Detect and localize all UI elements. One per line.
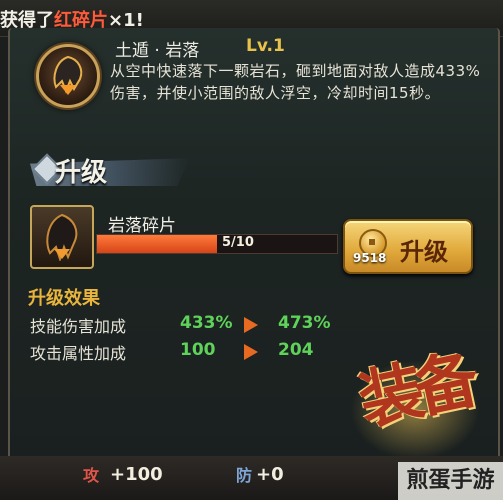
upgrade-section-title: 升级 bbox=[55, 158, 108, 188]
game-screen: 获得了红碎片×1! 土遁 · 岩落 Lv.1 从空中快速落下一颗岩石，砸到地面对… bbox=[0, 0, 503, 500]
attack-value: +100 bbox=[110, 464, 163, 485]
rock-fragment-icon bbox=[30, 205, 94, 269]
effect-row-damage: 技能伤害加成 433% 473% bbox=[30, 313, 350, 336]
skill-description: 从空中快速落下一颗岩石，砸到地面对敌人造成433%伤害，并使小范围的敌人浮空，冷… bbox=[110, 62, 481, 102]
defense-badge: 防 bbox=[235, 466, 252, 485]
material-progress-bar bbox=[96, 234, 338, 254]
material-count: 5/10 bbox=[222, 235, 254, 250]
watermark: 煎蛋手游 bbox=[398, 462, 503, 500]
effect-old-value: 100 bbox=[180, 340, 216, 360]
effect-new-value: 204 bbox=[278, 340, 314, 360]
effect-old-value: 433% bbox=[180, 313, 233, 333]
effect-row-attack: 攻击属性加成 100 204 bbox=[30, 340, 350, 363]
rock-fall-icon bbox=[36, 44, 100, 108]
material-name: 岩落碎片 bbox=[108, 216, 176, 236]
effect-new-value: 473% bbox=[278, 313, 331, 333]
arrow-right-icon bbox=[244, 344, 258, 360]
skill-name: 土遁 · 岩落 bbox=[115, 41, 200, 61]
skill-level: Lv.1 bbox=[246, 36, 285, 56]
effect-label: 技能伤害加成 bbox=[30, 317, 127, 336]
defense-value: +0 bbox=[256, 464, 284, 485]
effects-title: 升级效果 bbox=[28, 288, 100, 309]
attack-badge: 攻 bbox=[82, 466, 99, 485]
material-progress-fill bbox=[97, 235, 217, 253]
upgrade-button-label: 升级 bbox=[400, 238, 448, 266]
arrow-right-icon bbox=[244, 317, 258, 333]
upgrade-button[interactable]: 9518 升级 bbox=[343, 219, 473, 274]
effect-label: 攻击属性加成 bbox=[30, 344, 127, 363]
upgrade-cost: 9518 bbox=[353, 251, 387, 265]
equip-button[interactable]: 装备 bbox=[340, 330, 490, 460]
